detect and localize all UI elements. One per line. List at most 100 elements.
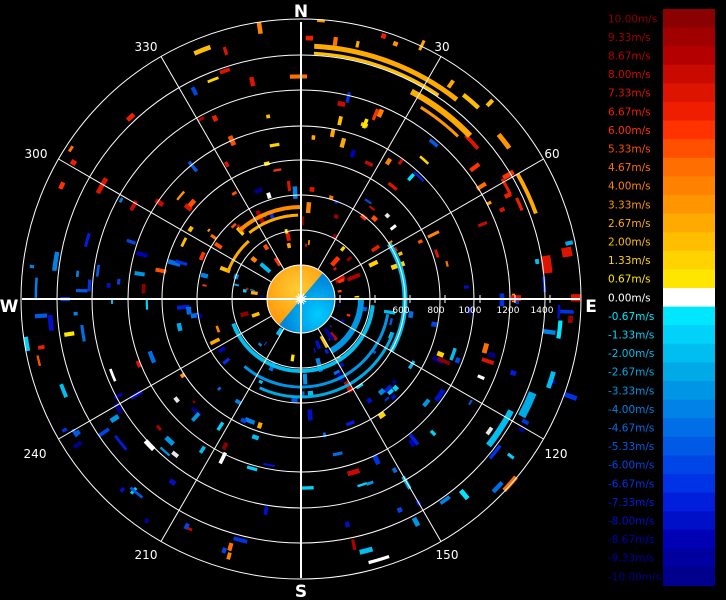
echo-segment (332, 233, 338, 239)
echo-segment (397, 251, 403, 257)
legend-swatch (663, 567, 715, 587)
echo-segment (534, 258, 540, 265)
legend-label: -2.67m/s (608, 367, 654, 379)
bearing-spoke (330, 315, 544, 440)
bearing-label-300: 300 (25, 147, 48, 161)
echo-segment (364, 198, 372, 205)
echo-segment (307, 390, 314, 396)
echo-segment (126, 238, 137, 245)
echo-segment (376, 108, 385, 118)
legend-swatch (663, 288, 715, 308)
echo-segment (239, 311, 249, 318)
echo-segment (346, 468, 361, 477)
echo-segment (518, 391, 537, 419)
compass-north-label: N (294, 2, 308, 22)
echo-segment (377, 387, 386, 396)
echo-segment (216, 421, 225, 432)
echo-segment (344, 521, 351, 528)
echo-segment (454, 357, 461, 364)
legend-swatch (663, 325, 715, 345)
echo-segment (129, 389, 143, 400)
echo-segment (207, 76, 219, 84)
echo-segment (328, 195, 334, 200)
echo-segment (209, 337, 221, 346)
echo-segment (487, 351, 497, 359)
range-label-800: 800 (427, 306, 444, 316)
legend-swatch (663, 250, 715, 270)
echo-segment (390, 393, 397, 400)
legend-swatch (663, 381, 715, 401)
echo-segment (546, 371, 556, 389)
legend-swatch (663, 418, 715, 438)
legend-swatch (663, 306, 715, 326)
echo-segment (196, 313, 203, 320)
echo-segment (143, 517, 150, 524)
echo-segment (330, 256, 341, 267)
bearing-label-150: 150 (436, 548, 459, 562)
echo-segment (417, 239, 424, 245)
legend-label: -6.67m/s (608, 478, 654, 490)
echo-segment (231, 190, 238, 196)
echo-segment (61, 427, 68, 433)
echo-segment (355, 40, 360, 48)
echo-segment (211, 114, 219, 123)
echo-segment (500, 178, 512, 195)
echo-segment (80, 324, 86, 342)
echo-segment (380, 32, 387, 40)
echo-segment (251, 311, 261, 318)
echo-segment (213, 241, 223, 250)
echo-segment (125, 112, 136, 122)
echo-segment (302, 373, 308, 385)
echo-segment (63, 331, 75, 337)
echo-segment (246, 465, 258, 472)
echo-segment (413, 171, 425, 182)
echo-segment (389, 318, 393, 326)
echo-segment (419, 155, 430, 165)
echo-segment (87, 279, 92, 292)
legend-label: 8.00m/s (608, 69, 651, 81)
bearing-label-240: 240 (24, 447, 47, 461)
echo-segment (509, 369, 517, 377)
echo-segment (409, 88, 473, 138)
legend-swatch (663, 157, 715, 177)
echo-segment (430, 321, 438, 328)
echo-segment (515, 197, 524, 211)
echo-segment (230, 222, 237, 229)
echo-segment (256, 22, 263, 35)
legend-label: 9.33m/s (608, 32, 651, 44)
echo-segment (258, 379, 264, 385)
echo-segment (322, 432, 327, 438)
echo-segment (384, 157, 393, 166)
echo-segment (332, 266, 338, 271)
echo-segment (249, 76, 256, 87)
echo-segment (485, 98, 495, 108)
echo-segment (339, 137, 347, 149)
echo-segment (368, 259, 379, 268)
echo-segment (317, 19, 325, 23)
legend-swatch (663, 83, 715, 103)
echo-segment (364, 160, 374, 168)
range-label-1200: 1200 (497, 306, 520, 316)
echo-segment (34, 277, 38, 298)
echo-segment (540, 255, 553, 274)
echo-segment (329, 128, 336, 138)
echo-segment (83, 232, 91, 248)
polar-radar-plot[interactable]: N E S W 30 60 120 150 210 240 300 330 60… (0, 0, 726, 600)
echo-segment (256, 422, 263, 429)
polar-grid (20, 18, 582, 580)
echo-segment (368, 554, 390, 565)
echo-segment (328, 338, 331, 341)
legend-swatch (663, 102, 715, 122)
echo-segment (481, 357, 495, 365)
echo-segment (503, 191, 513, 199)
echo-segment (238, 204, 302, 233)
echo-segment (176, 190, 186, 201)
echo-segment (286, 180, 292, 192)
echo-segment (23, 336, 31, 352)
echo-segment (392, 384, 400, 392)
legend-swatch (663, 269, 715, 289)
bearing-label-330: 330 (135, 40, 158, 54)
echo-segment (262, 243, 270, 251)
echo-segment (251, 434, 260, 441)
echo-segment (234, 398, 242, 406)
